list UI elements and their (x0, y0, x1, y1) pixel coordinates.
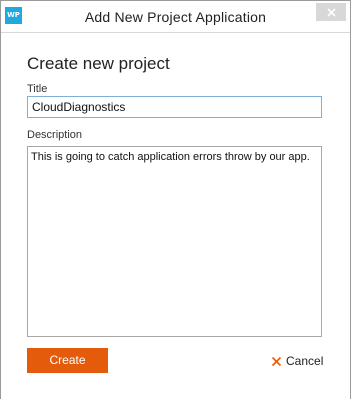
dialog-window: WP Add New Project Application Create ne… (0, 0, 351, 399)
close-icon (326, 7, 336, 17)
title-input[interactable] (27, 96, 322, 118)
create-button[interactable]: Create (27, 348, 108, 373)
form-heading: Create new project (27, 54, 170, 73)
description-input[interactable]: This is going to catch application error… (27, 146, 322, 337)
description-label: Description (27, 129, 83, 141)
close-button[interactable] (316, 3, 346, 21)
title-bar[interactable]: WP Add New Project Application (1, 1, 350, 32)
cancel-label: Cancel (286, 354, 324, 368)
cancel-button[interactable]: Cancel (271, 353, 323, 369)
title-label: Title (27, 83, 48, 95)
x-icon (271, 356, 282, 366)
window-title: Add New Project Application (84, 9, 267, 25)
dialog-content: Create new project Title Description Thi… (1, 32, 350, 399)
